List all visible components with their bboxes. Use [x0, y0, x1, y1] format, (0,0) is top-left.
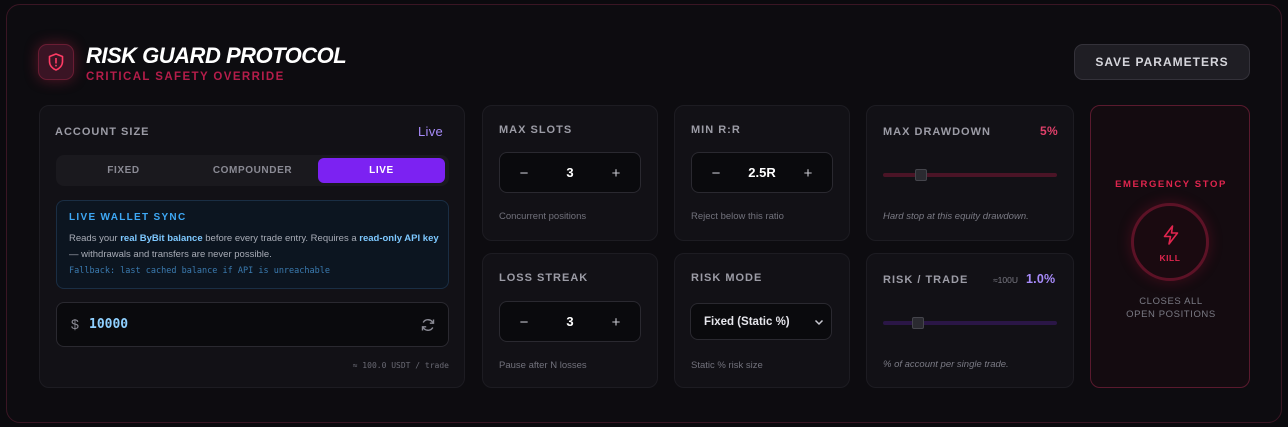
risk-per-trade-approx: ≈100U — [993, 275, 1018, 285]
max-drawdown-value: 5% — [1040, 124, 1058, 138]
max-drawdown-slider[interactable] — [883, 169, 1057, 181]
account-size-label: ACCOUNT SIZE — [55, 126, 150, 138]
risk-mode-hint: Static % risk size — [691, 360, 763, 371]
balance-value[interactable]: 10000 — [89, 317, 128, 332]
live-wallet-sync-info: LIVE WALLET SYNC Reads your real ByBit b… — [56, 200, 449, 289]
lightning-bolt-icon — [1163, 225, 1179, 245]
per-trade-estimate: ≈ 100.0 USDT / trade — [352, 361, 449, 370]
max-drawdown-hint: Hard stop at this equity drawdown. — [883, 211, 1029, 222]
mode-option-live[interactable]: LIVE — [318, 158, 445, 183]
max-slots-hint: Concurrent positions — [499, 211, 587, 222]
risk-mode-select[interactable]: Fixed (Static %) — [690, 303, 832, 340]
mode-option-fixed[interactable]: FIXED — [59, 158, 188, 183]
emergency-stop-card: EMERGENCY STOP KILL CLOSES ALL OPEN POSIT… — [1090, 105, 1250, 388]
risk-per-trade-label: RISK / TRADE — [883, 274, 969, 286]
refresh-icon[interactable] — [420, 317, 436, 333]
chevron-down-icon — [814, 319, 824, 326]
max-slots-stepper: − 3 + — [499, 152, 641, 193]
max-drawdown-label: MAX DRAWDOWN — [883, 126, 991, 138]
emergency-stop-note: CLOSES ALL OPEN POSITIONS — [1126, 296, 1216, 320]
increment-button[interactable]: + — [798, 163, 818, 183]
kill-button[interactable]: KILL — [1131, 203, 1209, 281]
increment-button[interactable]: + — [606, 163, 626, 183]
account-balance-input[interactable]: $ 10000 — [56, 302, 449, 347]
slider-thumb[interactable] — [911, 317, 924, 329]
risk-per-trade-hint: % of account per single trade. — [883, 359, 1009, 370]
emergency-stop-title: EMERGENCY STOP — [1115, 179, 1227, 190]
sync-fallback-note: Fallback: last cached balance if API is … — [69, 266, 330, 276]
save-parameters-button[interactable]: SAVE PARAMETERS — [1074, 44, 1250, 80]
min-rr-stepper: − 2.5R + — [691, 152, 833, 193]
loss-streak-label: LOSS STREAK — [499, 272, 589, 284]
page-title: RISK GUARD PROTOCOL — [86, 43, 347, 68]
risk-per-trade-value: 1.0% — [1026, 272, 1056, 286]
risk-per-trade-slider[interactable] — [883, 317, 1057, 329]
kill-label: KILL — [1159, 253, 1181, 263]
max-slots-value: 3 — [566, 165, 574, 180]
max-slots-label: MAX SLOTS — [499, 124, 573, 136]
increment-button[interactable]: + — [606, 312, 626, 332]
loss-streak-value: 3 — [566, 314, 574, 329]
min-rr-hint: Reject below this ratio — [691, 211, 784, 222]
mode-option-compounder[interactable]: COMPOUNDER — [188, 158, 317, 183]
account-mode-value: Live — [418, 124, 444, 139]
currency-symbol: $ — [71, 316, 79, 332]
page-subtitle: CRITICAL SAFETY OVERRIDE — [86, 71, 285, 83]
loss-streak-stepper: − 3 + — [499, 301, 641, 342]
account-mode-segmented-control: FIXED COMPOUNDER LIVE — [56, 155, 449, 186]
risk-mode-label: RISK MODE — [691, 272, 763, 284]
slider-thumb[interactable] — [915, 169, 928, 181]
min-rr-label: MIN R:R — [691, 124, 741, 136]
sync-title: LIVE WALLET SYNC — [69, 212, 187, 223]
shield-alert-icon — [38, 44, 74, 80]
min-rr-value: 2.5R — [748, 165, 776, 180]
risk-mode-selected: Fixed (Static %) — [704, 316, 790, 328]
loss-streak-hint: Pause after N losses — [499, 360, 587, 371]
sync-description: Reads your real ByBit balance before eve… — [69, 233, 439, 260]
